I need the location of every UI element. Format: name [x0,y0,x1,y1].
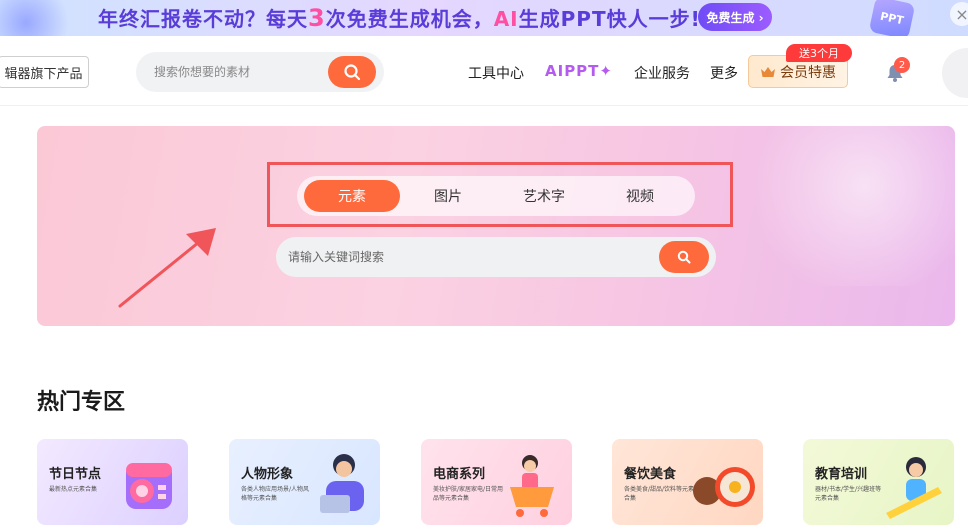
card-title: 节日节点 [49,467,102,482]
nav-search-input[interactable] [154,62,324,82]
student-pencil-icon [886,457,942,519]
promo-text-part: 生成PPT快人一步! [518,7,701,31]
avatar[interactable] [942,48,968,98]
hot-card-people[interactable]: 人物形象 各类人物应用场景/人物风格等元素合集 [229,439,380,525]
calendar-icon [126,463,172,509]
promo-text-part: 次免费生成机会， [325,7,494,31]
tab-art-text[interactable]: 艺术字 [496,180,592,212]
nav-search-bar [136,52,384,92]
nav-link-tools[interactable]: 工具中心 [468,63,524,83]
card-subtitle: 各类美食/甜品/饮料等元素合集 [624,486,695,502]
hot-card-ecommerce[interactable]: 电商系列 美妆护肤/家居家电/日常用品等元素合集 [421,439,572,525]
hot-card-education[interactable]: 教育培训 器材/书本/学生/兴趣班等元素合集 [803,439,954,525]
card-title: 人物形象 [241,467,294,482]
vip-promo-badge: 送3个月 [786,44,852,62]
notification-count-badge: 2 [894,57,910,73]
editor-products-button[interactable]: 辑器旗下产品 [0,56,89,88]
promo-banner[interactable]: 年终汇报卷不动？每天3次免费生成机会，AI生成PPT快人一步! 免费生成 › P… [0,0,968,36]
tab-videos[interactable]: 视频 [592,180,688,212]
shopping-cart-icon [510,455,554,517]
hero-search-input[interactable] [288,247,628,267]
crown-icon [761,66,775,77]
free-generate-button[interactable]: 免费生成 › [698,3,772,31]
card-subtitle: 器材/书本/学生/兴趣班等元素合集 [815,486,882,502]
search-icon [344,64,361,81]
ppt-badge-icon: PPT [868,0,916,36]
promo-text-part: 年终汇报卷不动？每天 [98,7,308,31]
close-icon[interactable]: × [950,2,968,26]
section-title-hot: 热门专区 [37,390,126,415]
promo-decoration [0,0,80,36]
nav-link-enterprise[interactable]: 企业服务 [634,63,690,83]
nav-link-more[interactable]: 更多 [710,63,738,83]
hero-search-button[interactable] [659,241,709,273]
card-title: 餐饮美食 [624,467,677,482]
card-title: 电商系列 [433,467,486,482]
hot-card-festival[interactable]: 节日节点 最新热点元素合集 [37,439,188,525]
vip-label: 会员特惠 [780,64,836,81]
hero-search-bar [276,237,716,277]
annotation-arrow-icon [118,228,216,308]
nav-search-button[interactable] [328,56,376,88]
search-icon [677,250,691,264]
person-laptop-icon [320,454,364,513]
hot-card-food[interactable]: 餐饮美食 各类美食/甜品/饮料等元素合集 [612,439,763,525]
promo-ai-label: AI [493,7,519,31]
top-nav: 辑器旗下产品 工具中心 AIPPT✦ 企业服务 更多 会员特惠 送3个月 2 [0,36,968,106]
card-subtitle: 美妆护肤/家居家电/日常用品等元素合集 [433,486,504,502]
nav-link-aippt[interactable]: AIPPT✦ [545,62,613,80]
card-subtitle: 最新热点元素合集 [49,486,98,493]
card-title: 教育培训 [815,467,868,482]
promo-highlight-number: 3 [308,4,326,32]
promo-text: 年终汇报卷不动？每天3次免费生成机会，AI生成PPT快人一步! [98,3,701,32]
tab-elements[interactable]: 元素 [304,180,400,212]
hero-decoration [735,126,955,286]
card-subtitle: 各类人物应用场景/人物风格等元素合集 [241,486,310,502]
food-dish-icon [693,467,755,507]
tab-images[interactable]: 图片 [400,180,496,212]
hero-category-tabs: 元素 图片 艺术字 视频 [297,176,695,216]
